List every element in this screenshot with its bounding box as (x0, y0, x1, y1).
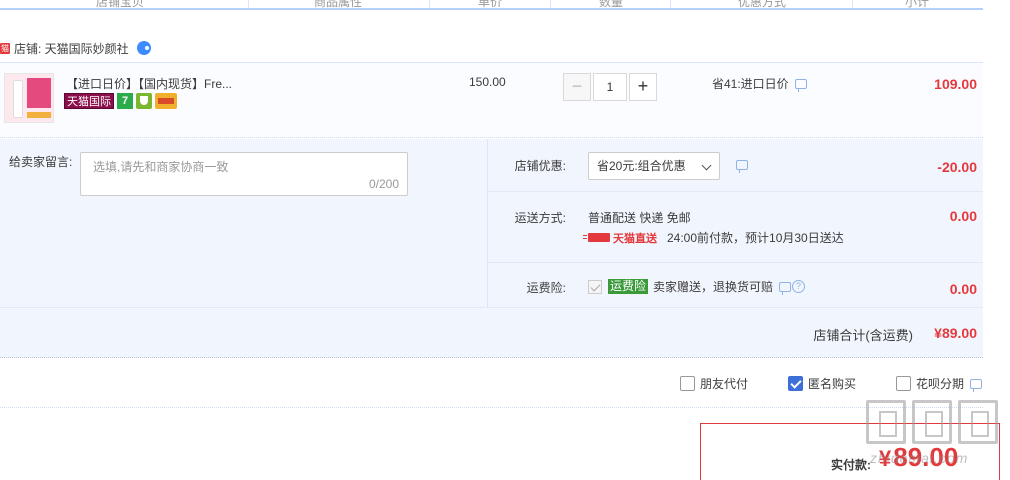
shipping-insurance-checkbox[interactable] (588, 279, 602, 294)
shop-discount-label: 店铺优惠: (514, 159, 566, 173)
chevron-down-icon (701, 160, 712, 171)
product-thumbnail[interactable] (4, 73, 54, 123)
seller-message-input[interactable] (81, 153, 407, 195)
item-promotion: 省41:进口日价 (712, 75, 807, 92)
column-unit-price: 单价 (478, 0, 503, 9)
anonymous-purchase-option[interactable]: 匿名购买 (788, 375, 856, 392)
row-divider (488, 262, 983, 263)
promotion-text: 省41:进口日价 (712, 77, 789, 91)
column-divider (248, 0, 249, 8)
column-quantity: 数量 (599, 0, 624, 9)
column-subtotal: 小计 (905, 0, 930, 9)
shop-name-link[interactable]: 店铺: 天猫国际妙颜社 (14, 40, 129, 57)
column-discount: 优惠方式 (738, 0, 787, 9)
watermark-glyph (866, 400, 906, 444)
shipping-insurance-amount: 0.00 (949, 281, 977, 297)
quantity-decrease-button[interactable]: − (563, 73, 591, 101)
huabei-info-icon[interactable] (970, 378, 983, 392)
watermark-glyph (958, 400, 998, 444)
shop-discount-value: 省20元:组合优惠 (597, 159, 686, 173)
watermark-glyph (912, 400, 952, 444)
shipping-insurance-tag: 运费险 (608, 279, 649, 294)
product-promo-stripe (27, 112, 51, 118)
discount-info-icon[interactable] (736, 160, 748, 173)
quantity-input[interactable]: 1 (593, 73, 627, 101)
delivery-estimate: 天猫直送 24:00前付款，预计10月30日送达 (583, 229, 844, 246)
service-badges: 天猫国际 7 (64, 93, 177, 109)
product-bottle-graphic (13, 80, 23, 118)
shipping-method-label: 运送方式: (514, 211, 566, 225)
quantity-increase-button[interactable]: + (629, 73, 657, 101)
column-attributes: 商品属性 (314, 0, 363, 9)
product-title-link[interactable]: 【进口日价】【国内现货】Fre... (66, 75, 232, 92)
order-detail-panel: 给卖家留言: 0/200 店铺优惠: 省20元:组合优惠 -20.00 运送方式… (0, 139, 983, 307)
seller-message-box: 0/200 (80, 152, 408, 196)
item-subtotal: 109.00 (934, 76, 977, 92)
tmall-direct-text: 天猫直送 (613, 232, 657, 245)
help-icon[interactable]: ? (792, 280, 806, 293)
cart-item-row: 【进口日价】【国内现货】Fre... 天猫国际 7 150.00 − 1 + 省… (0, 62, 983, 138)
panel-divider (487, 139, 488, 307)
watermark-text: zhidemai.com (870, 450, 969, 466)
message-char-count: 0/200 (368, 177, 399, 191)
friend-pay-option[interactable]: 朋友代付 (680, 375, 748, 392)
wangwang-chat-icon[interactable] (136, 41, 151, 55)
shop-header: 猫 店铺: 天猫国际妙颜社 (0, 38, 151, 58)
column-shop-items: 店铺宝贝 (96, 0, 145, 9)
seven-day-return-icon[interactable]: 7 (117, 93, 133, 109)
product-promo-graphic (27, 78, 51, 108)
shop-total-amount: ¥89.00 (934, 325, 977, 341)
shipping-amount: 0.00 (949, 208, 977, 224)
row-divider (488, 191, 983, 192)
unit-price: 150.00 (469, 75, 506, 89)
column-divider (550, 0, 551, 8)
huabei-installment-checkbox[interactable] (896, 376, 911, 391)
column-divider (852, 0, 853, 8)
huabei-installment-option[interactable]: 花呗分期 (896, 375, 983, 392)
delivery-truck-icon (583, 233, 610, 242)
tmall-global-badge[interactable]: 天猫国际 (64, 93, 114, 109)
anonymous-purchase-label: 匿名购买 (808, 377, 857, 391)
friend-pay-label: 朋友代付 (700, 377, 749, 391)
column-divider (670, 0, 671, 8)
shop-discount-amount: -20.00 (937, 159, 977, 175)
credit-card-icon[interactable] (155, 93, 177, 109)
huabei-installment-label: 花呗分期 (916, 377, 965, 391)
payment-options-row: 朋友代付 匿名购买 花呗分期 (0, 358, 983, 408)
shipping-method: 普通配送 快递 免邮 (588, 211, 691, 225)
column-divider (429, 0, 430, 8)
shipping-insurance: 运费险 卖家赠送，退换货可赔 ? (588, 278, 806, 295)
column-header: 店铺宝贝 商品属性 单价 数量 优惠方式 小计 (0, 0, 983, 10)
friend-pay-checkbox[interactable] (680, 376, 695, 391)
quantity-stepper: − 1 + (563, 73, 657, 101)
watermark-logo: zhidemai.com (864, 400, 1004, 476)
shipping-insurance-text: 卖家赠送，退换货可赔 (653, 280, 774, 294)
tmall-shop-icon: 猫 (0, 42, 10, 54)
shop-total-row: 店铺合计(含运费) ¥89.00 (0, 307, 983, 358)
guarantee-shield-icon[interactable] (136, 93, 152, 109)
anonymous-purchase-checkbox[interactable] (788, 376, 803, 391)
shipping-insurance-label: 运费险: (526, 281, 566, 295)
seller-message-label: 给卖家留言: (9, 155, 73, 169)
shop-discount-select[interactable]: 省20元:组合优惠 (588, 152, 720, 180)
shop-total-label: 店铺合计(含运费) (813, 328, 913, 343)
tmall-direct-badge: 天猫直送 (583, 230, 657, 246)
delivery-eta: 24:00前付款，预计10月30日送达 (667, 231, 844, 245)
promotion-info-icon[interactable] (794, 78, 807, 92)
insurance-chat-icon[interactable] (779, 281, 792, 295)
